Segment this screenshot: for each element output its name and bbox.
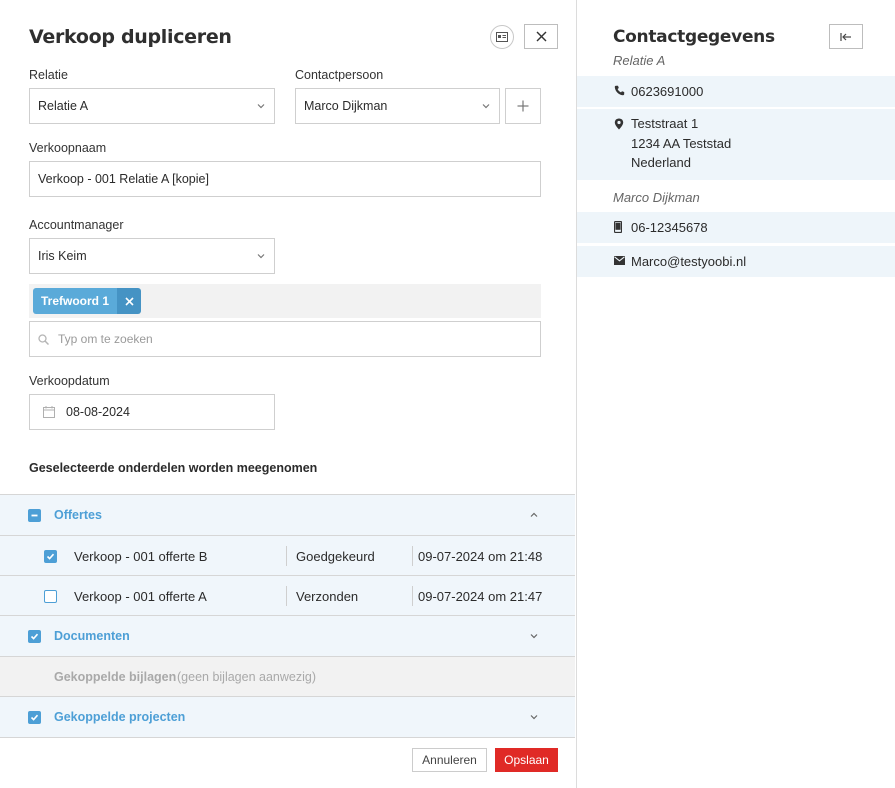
verkoopnaam-value: Verkoop - 001 Relatie A [kopie] [38,172,209,186]
cancel-button[interactable]: Annuleren [412,748,487,772]
contact-card-button[interactable] [490,25,514,49]
verkoopdatum-input[interactable]: 08-08-2024 [29,394,275,430]
chevron-down-icon [482,104,490,109]
phone-row[interactable]: 0623691000 [577,76,895,107]
divider [0,737,575,738]
projecten-label: Gekoppelde projecten [54,710,186,724]
chevron-up-icon[interactable] [529,510,539,520]
collapse-panel-icon [840,32,851,41]
mobile-row[interactable]: 06-12345678 [577,212,895,243]
tag-label: Trefwoord 1 [33,288,118,314]
contact-person-name: Marco Dijkman [613,190,700,205]
phone-icon [614,85,625,96]
bijlagen-section-row: Gekoppelde bijlagen (geen bijlagen aanwe… [0,656,575,697]
tag-chip: Trefwoord 1 [33,288,142,314]
contactpersoon-label: Contactpersoon [295,68,384,82]
offertes-label: Offertes [54,508,102,522]
chevron-down-icon[interactable] [529,631,539,641]
remove-tag-button[interactable] [117,288,142,314]
bijlagen-label: Gekoppelde bijlagen [54,670,177,684]
tag-search-input[interactable]: Typ om te zoeken [29,321,541,357]
check-icon [46,553,55,560]
collapse-panel-button[interactable] [829,24,863,49]
bijlagen-note: (geen bijlagen aanwezig) [177,670,316,684]
calendar-icon [43,406,55,418]
contactpersoon-select[interactable]: Marco Dijkman [295,88,500,124]
verkoopdatum-label: Verkoopdatum [29,374,110,388]
accountmanager-label: Accountmanager [29,218,124,232]
offerte-row[interactable]: Verkoop - 001 offerte B Goedgekeurd 09-0… [0,535,575,576]
column-divider [286,546,287,566]
mobile-icon [614,221,622,233]
chevron-down-icon [257,104,265,109]
close-icon [536,31,546,42]
offerte-date: 09-07-2024 om 21:47 [418,588,543,604]
phone-number: 0623691000 [631,84,704,99]
offerte-name: Verkoop - 001 offerte B [74,548,208,564]
location-icon [614,118,624,130]
verkoopnaam-label: Verkoopnaam [29,141,107,155]
id-card-icon [496,32,508,42]
projecten-section-row[interactable]: Gekoppelde projecten [0,696,575,737]
relatie-label: Relatie [29,68,68,82]
offerte-status: Verzonden [296,588,359,604]
relatie-select[interactable]: Relatie A [29,88,275,124]
offertes-checkbox[interactable] [28,509,41,522]
check-icon [30,714,39,721]
address-row[interactable]: Teststraat 1 1234 AA Teststad Nederland [577,109,895,180]
email-row[interactable]: Marco@testyoobi.nl [577,246,895,277]
address-city: 1234 AA Teststad [631,136,732,151]
column-divider [412,546,413,566]
column-divider [412,586,413,606]
minus-icon [31,514,38,517]
offerte-row[interactable]: Verkoop - 001 offerte A Verzonden 09-07-… [0,575,575,616]
save-button[interactable]: Opslaan [495,748,558,772]
included-parts-heading: Geselecteerde onderdelen worden meegenom… [29,461,318,475]
mail-icon [614,256,625,265]
email-address: Marco@testyoobi.nl [631,254,747,269]
column-divider [286,586,287,606]
accountmanager-select[interactable]: Iris Keim [29,238,275,274]
chevron-down-icon[interactable] [529,712,539,722]
offertes-section-row[interactable]: Offertes [0,494,575,535]
plus-icon [517,100,529,112]
contactpersoon-value: Marco Dijkman [304,99,388,113]
relatie-value: Relatie A [38,99,89,113]
contact-panel: Contactgegevens Relatie A 0623691000 Tes… [576,0,895,788]
verkoopdatum-value: 08-08-2024 [66,405,130,419]
offerte-date: 09-07-2024 om 21:48 [418,548,543,564]
address-country: Nederland [631,155,691,170]
relation-name: Relatie A [613,53,666,68]
close-button[interactable] [524,24,558,49]
tag-list: Trefwoord 1 [29,284,541,318]
contact-panel-title: Contactgegevens [613,27,775,47]
offerte-checkbox[interactable] [44,550,57,563]
check-icon [30,633,39,640]
documenten-label: Documenten [54,629,130,643]
offerte-status: Goedgekeurd [296,548,375,564]
verkoopnaam-input[interactable]: Verkoop - 001 Relatie A [kopie] [29,161,541,197]
projecten-checkbox[interactable] [28,711,41,724]
documenten-section-row[interactable]: Documenten [0,615,575,656]
offerte-name: Verkoop - 001 offerte A [74,588,207,604]
close-icon [124,296,134,306]
offerte-checkbox[interactable] [44,590,57,603]
address-street: Teststraat 1 [631,116,699,131]
documenten-checkbox[interactable] [28,630,41,643]
duplicate-sale-dialog: Verkoop dupliceren Relatie Relatie A Con… [0,0,576,788]
accountmanager-value: Iris Keim [38,249,87,263]
mobile-number: 06-12345678 [631,220,708,235]
add-contact-button[interactable] [505,88,541,124]
chevron-down-icon [257,254,265,259]
search-icon [38,334,49,345]
search-placeholder: Typ om te zoeken [58,332,153,346]
dialog-title: Verkoop dupliceren [29,26,232,48]
